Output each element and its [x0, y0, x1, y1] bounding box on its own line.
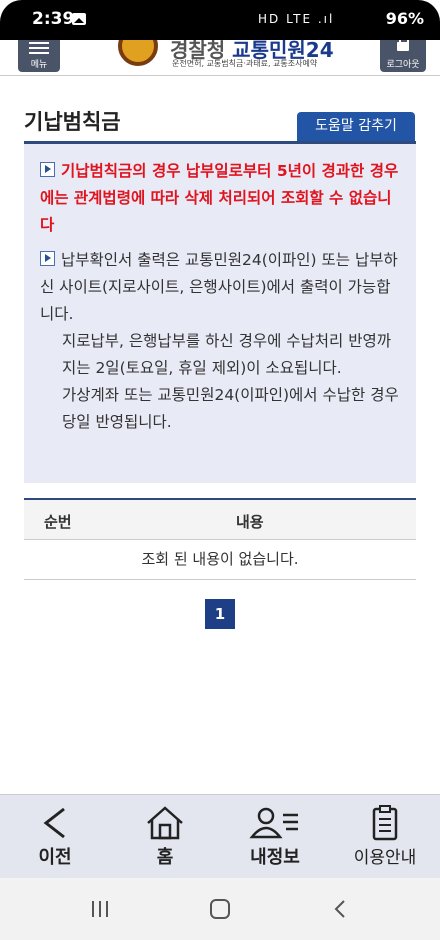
logout-label: 로그아웃 [386, 60, 420, 70]
bottom-nav: 이전 홈 내정보 이용안내 [0, 794, 440, 878]
gallery-icon [72, 13, 86, 25]
guide-icon [372, 805, 398, 841]
results-table: 순번 내용 조회 된 내용이 없습니다. [24, 498, 416, 580]
page-1-button[interactable]: 1 [205, 599, 235, 629]
play-bullet-icon [40, 162, 55, 177]
column-header-content: 내용 [236, 513, 264, 531]
my-info-icon [249, 807, 298, 839]
notice-warning-text: 기납범칙금의 경우 납부일로부터 5년이 경과한 경우에는 관계법령에 따라 삭… [40, 162, 399, 234]
page-title: 기납범칙금 [24, 110, 121, 134]
hide-help-button[interactable]: 도움말 감추기 [297, 112, 415, 141]
battery-level: 96% [385, 9, 424, 28]
table-header: 순번 내용 [24, 500, 416, 540]
home-nav-icon[interactable] [190, 896, 250, 922]
back-arrow-icon [43, 807, 65, 839]
empty-result-row: 조회 된 내용이 없습니다. [24, 540, 416, 580]
menu-label: 메뉴 [30, 60, 48, 70]
column-header-number: 순번 [44, 513, 72, 531]
lock-icon [397, 40, 409, 51]
status-indicators: HD LTE .ıl [258, 12, 335, 26]
play-bullet-icon [40, 251, 55, 266]
nav-my-info-label: 내정보 [250, 847, 300, 868]
status-bar: 2:39 HD LTE .ıl 96% [0, 0, 440, 40]
nav-home[interactable]: 홈 [110, 795, 220, 879]
notice-warning: 기납범칙금의 경우 납부일로부터 5년이 경과한 경우에는 관계법령에 따라 삭… [40, 158, 400, 239]
hamburger-icon [29, 42, 49, 54]
recent-apps-icon[interactable] [70, 896, 130, 922]
notice-print-text: 납부확인서 출력은 교통민원24(이파인) 또는 납부하신 사이트(지로사이트,… [40, 251, 398, 323]
notice-giro: 지로납부, 은행납부를 하신 경우에 수납처리 반영까지는 2일(토요일, 휴일… [40, 328, 400, 382]
nav-guide[interactable]: 이용안내 [330, 795, 440, 879]
logout-button[interactable]: 로그아웃 [380, 40, 426, 72]
app-header: 메뉴 경찰청 교통민원24 운전면허, 교통범칙금·과태료, 교통조사예약 로그… [0, 40, 440, 76]
help-notice-box: 기납범칙금의 경우 납부일로부터 5년이 경과한 경우에는 관계법령에 따라 삭… [24, 144, 416, 483]
system-nav-bar [0, 878, 440, 940]
notice-virtual-account-text: 가상계좌 또는 교통민원24(이파인)에서 수납한 경우 당일 반영됩니다. [62, 386, 399, 431]
nav-my-info[interactable]: 내정보 [220, 795, 330, 879]
menu-button[interactable]: 메뉴 [18, 40, 60, 72]
nav-guide-label: 이용안내 [353, 848, 417, 868]
status-time: 2:39 [32, 9, 75, 29]
nav-back[interactable]: 이전 [0, 795, 110, 879]
police-emblem-icon [118, 40, 158, 66]
nav-back-label: 이전 [38, 847, 72, 868]
logo-subtitle: 운전면허, 교통범칙금·과태료, 교통조사예약 [172, 59, 318, 68]
notice-print: 납부확인서 출력은 교통민원24(이파인) 또는 납부하신 사이트(지로사이트,… [40, 247, 400, 328]
nav-home-label: 홈 [156, 847, 174, 868]
back-nav-icon[interactable] [310, 896, 370, 922]
notice-virtual-account: 가상계좌 또는 교통민원24(이파인)에서 수납한 경우 당일 반영됩니다. [40, 382, 400, 436]
notice-giro-text: 지로납부, 은행납부를 하신 경우에 수납처리 반영까지는 2일(토요일, 휴일… [62, 332, 392, 377]
home-icon [147, 806, 183, 840]
